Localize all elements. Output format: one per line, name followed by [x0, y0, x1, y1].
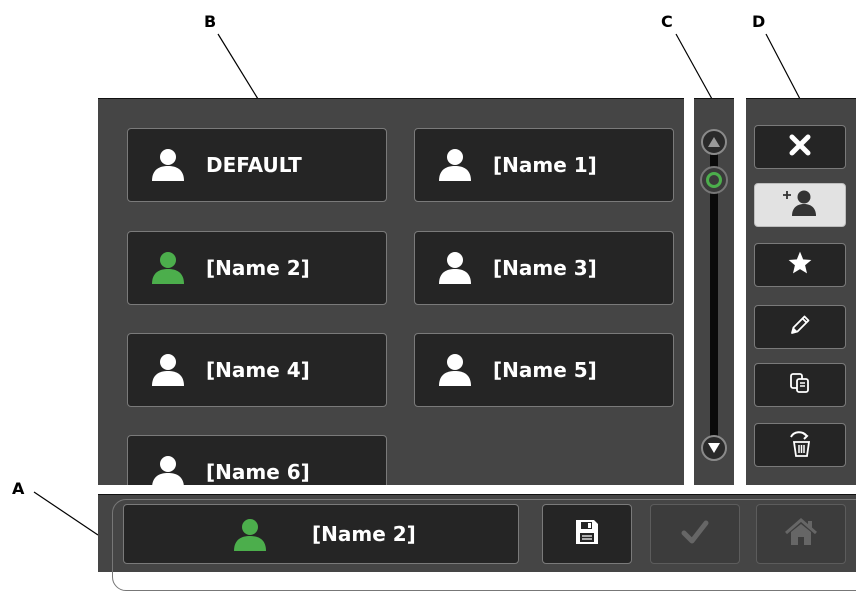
add-user-icon: [780, 188, 820, 222]
callout-label-b: B: [204, 12, 217, 31]
user-icon: [148, 350, 188, 390]
profile-label: [Name 3]: [493, 256, 597, 280]
delete-button[interactable]: [754, 423, 846, 467]
scroll-up-button[interactable]: [701, 129, 727, 155]
profile-label: [Name 1]: [493, 153, 597, 177]
user-icon: [232, 517, 268, 557]
profile-label: [Name 6]: [206, 460, 310, 484]
home-icon: [784, 517, 818, 551]
copy-icon: [788, 371, 812, 399]
checkmark-icon: [681, 519, 709, 549]
profile-button-name-5[interactable]: [Name 5]: [414, 333, 674, 407]
profile-button-name-6[interactable]: [Name 6]: [127, 435, 387, 485]
scroll-thumb-icon: [706, 172, 722, 188]
profile-label: [Name 2]: [206, 256, 310, 280]
user-icon: [435, 248, 475, 288]
profile-label: DEFAULT: [206, 153, 302, 177]
profile-button-name-1[interactable]: [Name 1]: [414, 128, 674, 202]
user-icon: [435, 145, 475, 185]
user-icon: [148, 248, 188, 288]
save-button[interactable]: [542, 504, 632, 564]
user-icon: [148, 145, 188, 185]
callout-label-a: A: [12, 479, 25, 498]
scroll-down-button[interactable]: [701, 435, 727, 461]
current-profile-label: [Name 2]: [312, 522, 416, 546]
arrow-down-icon: [707, 439, 721, 458]
add-user-button[interactable]: [754, 183, 846, 227]
trash-icon: [785, 428, 815, 462]
callout-label-c: C: [661, 12, 673, 31]
current-profile-display[interactable]: [Name 2]: [123, 504, 519, 564]
profile-button-name-2[interactable]: [Name 2]: [127, 231, 387, 305]
arrow-up-icon: [707, 133, 721, 152]
profile-button-default[interactable]: DEFAULT: [127, 128, 387, 202]
scrollbar-panel: [694, 98, 734, 485]
favorite-button[interactable]: [754, 243, 846, 287]
tool-panel: [746, 98, 856, 485]
user-icon: [148, 452, 188, 485]
confirm-button[interactable]: [650, 504, 740, 564]
bottom-bar: [Name 2]: [98, 494, 856, 591]
home-button[interactable]: [756, 504, 846, 564]
copy-button[interactable]: [754, 363, 846, 407]
floppy-disk-icon: [574, 518, 600, 550]
callout-label-d: D: [752, 12, 766, 31]
close-button[interactable]: [754, 125, 846, 169]
profile-list-panel: DEFAULT [Name 1] [Name 2] [Name 3] [Name…: [98, 98, 684, 485]
close-icon: [788, 133, 812, 161]
edit-button[interactable]: [754, 305, 846, 349]
star-icon: [787, 250, 813, 280]
profile-label: [Name 5]: [493, 358, 597, 382]
profile-button-name-3[interactable]: [Name 3]: [414, 231, 674, 305]
user-icon: [435, 350, 475, 390]
profile-label: [Name 4]: [206, 358, 310, 382]
scroll-thumb[interactable]: [700, 166, 728, 194]
pencil-icon: [788, 313, 812, 341]
profile-button-name-4[interactable]: [Name 4]: [127, 333, 387, 407]
